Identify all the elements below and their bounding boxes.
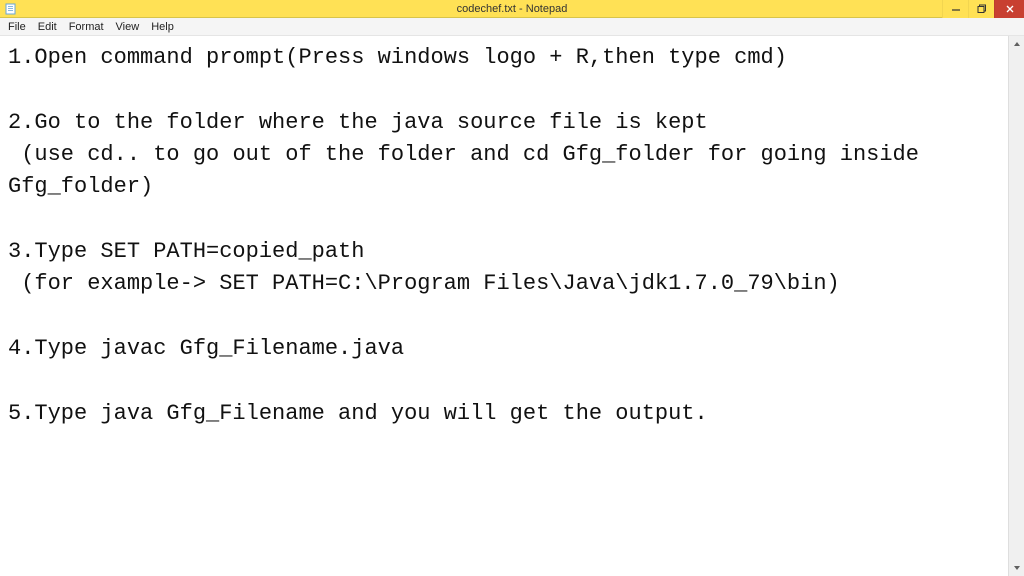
menu-view[interactable]: View [110,19,146,35]
close-button[interactable] [994,0,1024,18]
window-controls [942,0,1024,18]
restore-button[interactable] [968,0,994,18]
scroll-up-arrow[interactable] [1009,36,1024,52]
menu-edit[interactable]: Edit [32,19,63,35]
window-title: codechef.txt - Notepad [457,3,568,15]
content-area: 1.Open command prompt(Press windows logo… [0,36,1024,576]
menu-file[interactable]: File [2,19,32,35]
scroll-down-arrow[interactable] [1009,560,1024,576]
menubar: File Edit Format View Help [0,18,1024,36]
menu-format[interactable]: Format [63,19,110,35]
titlebar[interactable]: codechef.txt - Notepad [0,0,1024,18]
text-editor[interactable]: 1.Open command prompt(Press windows logo… [0,36,1008,576]
app-icon [4,2,18,16]
vertical-scrollbar[interactable] [1008,36,1024,576]
minimize-button[interactable] [942,0,968,18]
menu-help[interactable]: Help [145,19,180,35]
notepad-window: codechef.txt - Notepad File Edit Format [0,0,1024,576]
